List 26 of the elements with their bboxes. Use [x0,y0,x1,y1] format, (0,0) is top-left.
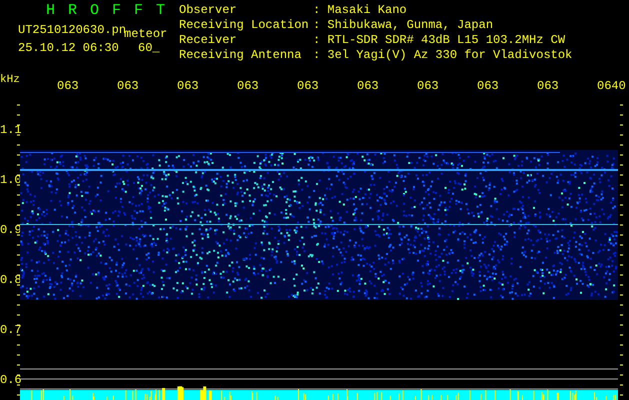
frequency-label: 0.7 [0,323,22,337]
info-label: Receiving Location [179,18,310,33]
info-label: Receiver [179,33,238,48]
info-value: : Shibukawa, Gunma, Japan [313,18,494,33]
time-label: 063 [297,79,319,93]
time-label: 063 [417,79,439,93]
time-label: 063 [57,79,79,93]
timestamp: 25.10.12 06:30 [18,40,120,56]
time-label: 063 [237,79,259,93]
time-label: 063 [117,79,139,93]
app-title: H R O F F T [45,2,168,20]
info-label: Receiving Antenna [179,48,302,63]
time-label: 0640 [597,79,626,93]
time-label: 063 [477,79,499,93]
frequency-unit: kHz [0,74,20,87]
info-label: Observer [179,3,238,18]
info-value: : 3el Yagi(V) Az 330 for Vladivostok [313,48,572,63]
info-value: : Masaki Kano [313,3,407,18]
time-label: 063 [357,79,379,93]
interval-label: 60_ [138,40,160,56]
info-value: : RTL-SDR SDR# 43dB L15 103.2MHz CW [313,33,566,48]
time-label: 063 [537,79,559,93]
time-label: 063 [177,79,199,93]
frequency-label: 1.1 [0,123,22,137]
mode-label: meteor [124,27,168,41]
frequency-label: 0.6 [0,373,22,387]
